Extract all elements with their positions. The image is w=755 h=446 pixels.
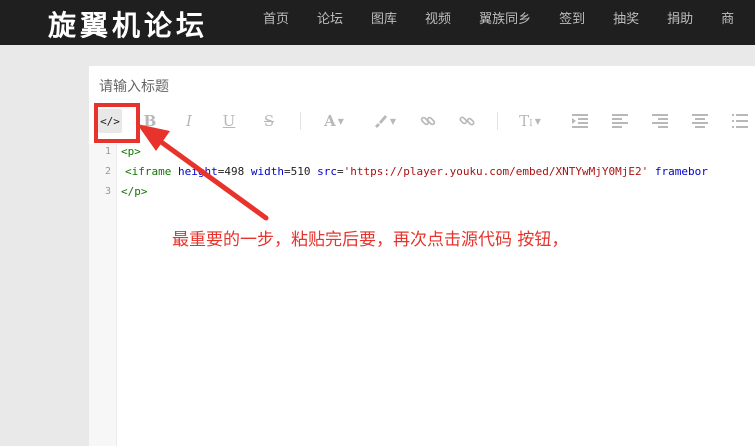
underline-icon: U xyxy=(222,112,236,130)
line-number-gutter: 1 2 3 xyxy=(89,144,117,446)
font-size-icon: TI xyxy=(519,112,533,130)
site-logo[interactable]: 旋翼机论坛 xyxy=(48,4,208,44)
align-right-icon xyxy=(652,114,668,128)
nav-item-lottery[interactable]: 抽奖 xyxy=(613,0,639,40)
code-string: 'https://player.youku.com/embed/XNTYwMjY… xyxy=(343,165,649,178)
code-text: =498 xyxy=(217,165,251,178)
align-left-icon xyxy=(612,114,628,128)
toolbar-divider xyxy=(300,112,301,130)
source-code-editor[interactable]: 1 2 3 <p> <iframe height=498 width=510 s… xyxy=(89,144,755,446)
nav-item-hometown[interactable]: 翼族同乡 xyxy=(479,0,531,40)
bold-icon: B xyxy=(143,112,157,130)
link-icon xyxy=(420,116,436,126)
title-input[interactable] xyxy=(89,66,741,108)
code-line-2: <iframe height=498 width=510 src='https:… xyxy=(125,165,708,178)
font-color-icon: A xyxy=(324,112,336,130)
toolbar-divider xyxy=(497,112,498,130)
editor-panel: </> B I U S A▼ ▼ TI▼ xyxy=(89,66,755,446)
italic-icon: I xyxy=(186,112,192,130)
nav-item-shop[interactable]: 商 xyxy=(721,0,734,40)
strikethrough-icon: S xyxy=(263,112,275,130)
underline-button[interactable]: U xyxy=(218,109,240,133)
code-line-1: <p> xyxy=(121,145,141,158)
line-number: 3 xyxy=(104,186,111,197)
code-attr: src xyxy=(317,165,337,178)
chevron-down-icon: ▼ xyxy=(534,116,541,126)
strikethrough-button[interactable]: S xyxy=(258,109,280,133)
unlink-button[interactable] xyxy=(456,109,478,133)
code-attr: framebor xyxy=(648,165,708,178)
nav-item-home[interactable]: 首页 xyxy=(263,0,289,40)
align-center-button[interactable] xyxy=(689,109,711,133)
code-tag: <iframe xyxy=(125,165,178,178)
annotation-text: 最重要的一步，粘贴完后要，再次点击源代码 按钮， xyxy=(172,230,569,250)
align-right-button[interactable] xyxy=(649,109,671,133)
code-line-3: </p> xyxy=(121,185,148,198)
nav-item-checkin[interactable]: 签到 xyxy=(559,0,585,40)
highlight-box xyxy=(94,103,140,143)
highlight-brush-icon xyxy=(374,115,387,128)
indent-button[interactable] xyxy=(569,109,591,133)
nav-item-gallery[interactable]: 图库 xyxy=(371,0,397,40)
editor-toolbar: </> B I U S A ▼ ▼ TI ▼ xyxy=(89,106,755,136)
line-number: 1 xyxy=(104,146,111,157)
main-nav: 首页 论坛 图库 视频 翼族同乡 签到 抽奖 捐助商 xyxy=(263,0,755,45)
code-text: = xyxy=(336,165,344,178)
line-number: 2 xyxy=(104,166,111,177)
chevron-down-icon: ▼ xyxy=(337,116,344,126)
code-attr: height xyxy=(177,165,218,178)
code-attr: width xyxy=(250,165,284,178)
chevron-down-icon: ▼ xyxy=(389,116,397,126)
list-icon xyxy=(732,114,748,128)
highlight-button[interactable]: ▼ xyxy=(368,109,400,133)
nav-item-forum[interactable]: 论坛 xyxy=(317,0,343,40)
align-center-icon xyxy=(692,114,708,128)
unlink-icon xyxy=(459,116,475,126)
code-tag: <p> xyxy=(121,145,141,158)
top-navigation-bar: 旋翼机论坛 首页 论坛 图库 视频 翼族同乡 签到 抽奖 捐助商 xyxy=(0,0,755,45)
italic-button[interactable]: I xyxy=(178,109,200,133)
bold-button[interactable]: B xyxy=(139,109,161,133)
link-button[interactable] xyxy=(417,109,439,133)
font-size-button[interactable]: TI ▼ xyxy=(514,109,546,133)
font-color-button[interactable]: A ▼ xyxy=(318,109,350,133)
nav-item-video[interactable]: 视频 xyxy=(425,0,451,40)
code-tag: </p> xyxy=(121,185,148,198)
list-button[interactable] xyxy=(729,109,751,133)
indent-icon xyxy=(572,114,588,128)
nav-item-donate[interactable]: 捐助 xyxy=(667,0,693,40)
code-text: =510 xyxy=(283,165,318,178)
align-left-button[interactable] xyxy=(609,109,631,133)
